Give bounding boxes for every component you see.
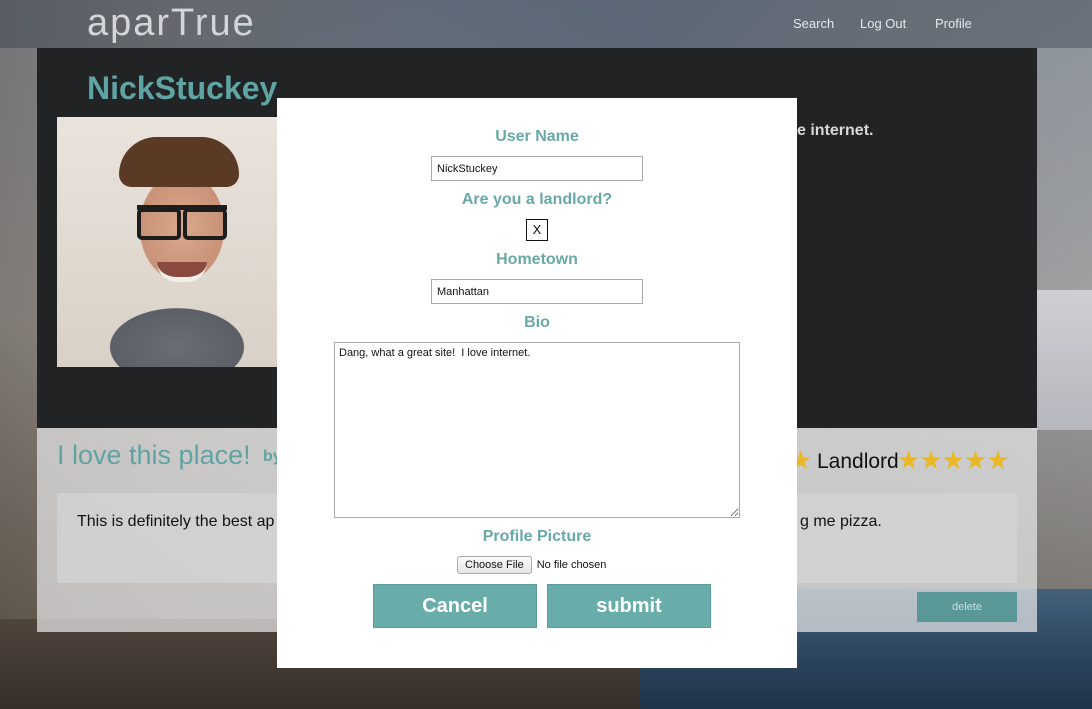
review-title: I love this place! [57, 440, 251, 470]
landlord-question-label: Are you a landlord? [461, 191, 613, 208]
nav-search-link[interactable]: Search [793, 16, 834, 31]
review-text: This is definitely the best ap [77, 513, 275, 530]
review-text-tail: g me pizza. [800, 513, 882, 530]
hometown-label: Hometown [496, 251, 578, 268]
avatar-smile [157, 262, 207, 282]
username-label: User Name [495, 128, 579, 145]
profile-avatar [57, 117, 297, 367]
submit-button[interactable]: submit [547, 584, 711, 628]
cancel-button[interactable]: Cancel [373, 584, 537, 628]
choose-file-button[interactable]: Choose File [457, 556, 532, 574]
profile-bio-text: e internet. [797, 122, 874, 139]
profile-picture-file-input: Choose File No file chosen [457, 556, 606, 574]
avatar-glasses [137, 205, 227, 240]
bio-label: Bio [524, 314, 550, 331]
nav-logout-link[interactable]: Log Out [860, 16, 906, 31]
landlord-checkbox[interactable]: X [526, 219, 548, 241]
file-status-text: No file chosen [536, 559, 607, 571]
edit-profile-modal: User Name Are you a landlord? X Hometown… [277, 98, 797, 668]
nav-profile-link[interactable]: Profile [935, 16, 972, 31]
bio-textarea[interactable]: Dang, what a great site! I love internet… [334, 342, 740, 518]
site-logo[interactable]: aparTrue [87, 2, 256, 45]
profile-name-heading: NickStuckey [87, 70, 278, 106]
username-input[interactable] [431, 156, 643, 181]
profile-picture-label: Profile Picture [482, 528, 592, 545]
top-nav-bar: aparTrue Search Log Out Profile [0, 0, 1092, 48]
delete-review-button[interactable]: delete [917, 592, 1017, 622]
landlord-rating-label: Landlord [817, 450, 899, 473]
landlord-rating-stars-icon: ★★★★★ [897, 445, 1010, 475]
hometown-input[interactable] [431, 279, 643, 304]
avatar-hair [119, 137, 239, 187]
